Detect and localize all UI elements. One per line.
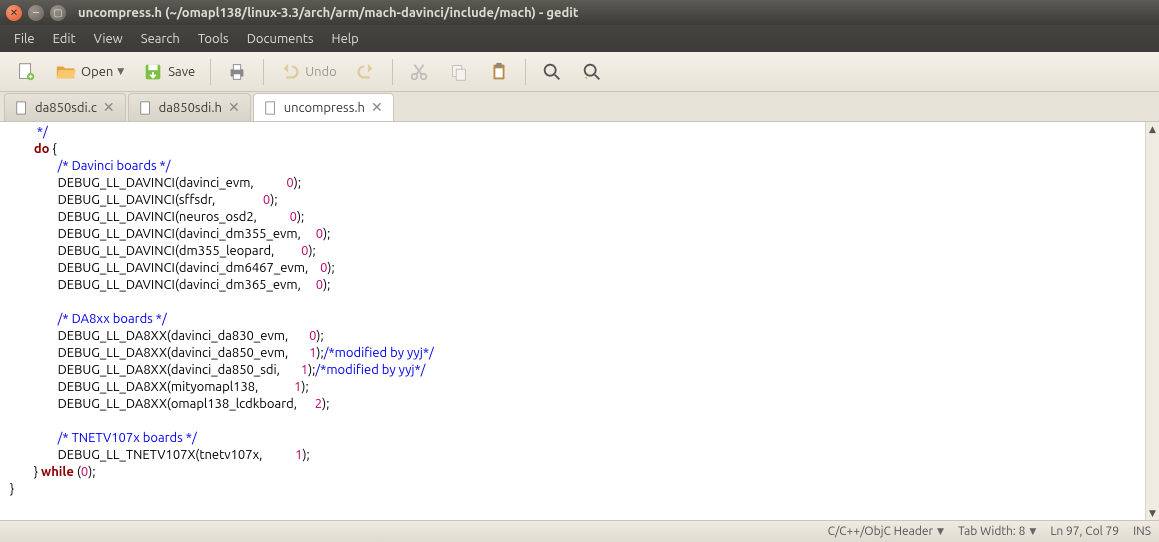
insert-mode: INS xyxy=(1133,525,1151,538)
redo-button[interactable] xyxy=(348,56,384,88)
menu-documents[interactable]: Documents xyxy=(239,29,322,49)
editor-area: */ do { /* Davinci boards */ DEBUG_LL_DA… xyxy=(0,122,1159,520)
tab-da850sdi-c[interactable]: da850sdi.c ✕ xyxy=(4,93,126,121)
new-file-button[interactable] xyxy=(8,56,44,88)
toolbar-separator xyxy=(210,59,211,85)
tab-close-icon[interactable]: ✕ xyxy=(228,99,240,116)
menu-file[interactable]: File xyxy=(6,29,43,49)
file-icon xyxy=(15,101,29,115)
statusbar: C/C++/ObjC Header▼ Tab Width: 8▼ Ln 97, … xyxy=(0,520,1159,542)
toolbar-separator xyxy=(525,59,526,85)
print-icon xyxy=(226,61,248,83)
toolbar: Open ▼ Save Undo xyxy=(0,52,1159,92)
tab-da850sdi-h[interactable]: da850sdi.h ✕ xyxy=(128,93,251,121)
tab-label: uncompress.h xyxy=(284,101,365,115)
save-button[interactable]: Save xyxy=(135,56,202,88)
open-label: Open xyxy=(81,65,113,79)
menu-help[interactable]: Help xyxy=(324,29,367,49)
file-icon xyxy=(264,101,278,115)
find-replace-icon xyxy=(581,61,603,83)
folder-open-icon xyxy=(55,61,77,83)
menu-view[interactable]: View xyxy=(86,29,131,49)
copy-button[interactable] xyxy=(441,56,477,88)
language-selector[interactable]: C/C++/ObjC Header▼ xyxy=(828,525,944,538)
toolbar-separator xyxy=(263,59,264,85)
save-icon xyxy=(142,61,164,83)
menu-tools[interactable]: Tools xyxy=(190,29,237,49)
scroll-up-icon[interactable]: ▲ xyxy=(1146,122,1159,136)
undo-button[interactable]: Undo xyxy=(272,56,344,88)
find-replace-button[interactable] xyxy=(574,56,610,88)
open-button[interactable]: Open ▼ xyxy=(48,56,131,88)
menubar: File Edit View Search Tools Documents He… xyxy=(0,25,1159,52)
paste-icon xyxy=(488,61,510,83)
file-icon xyxy=(139,101,153,115)
redo-icon xyxy=(355,61,377,83)
tabbar: da850sdi.c ✕ da850sdi.h ✕ uncompress.h ✕ xyxy=(0,92,1159,122)
print-button[interactable] xyxy=(219,56,255,88)
toolbar-separator xyxy=(392,59,393,85)
tab-label: da850sdi.c xyxy=(35,101,97,115)
cut-icon xyxy=(408,61,430,83)
window-maximize-button[interactable]: ▢ xyxy=(50,5,66,21)
code-editor[interactable]: */ do { /* Davinci boards */ DEBUG_LL_DA… xyxy=(0,122,1145,520)
vertical-scrollbar[interactable]: ▲ ▼ xyxy=(1145,122,1159,520)
cut-button[interactable] xyxy=(401,56,437,88)
scroll-down-icon[interactable]: ▼ xyxy=(1146,506,1159,520)
new-file-icon xyxy=(15,61,37,83)
tab-close-icon[interactable]: ✕ xyxy=(103,99,115,116)
window-title: uncompress.h (~/omapl138/linux-3.3/arch/… xyxy=(78,6,578,20)
find-button[interactable] xyxy=(534,56,570,88)
search-icon xyxy=(541,61,563,83)
window-minimize-button[interactable]: ─ xyxy=(28,5,44,21)
tab-width-selector[interactable]: Tab Width: 8▼ xyxy=(958,525,1036,538)
menu-edit[interactable]: Edit xyxy=(45,29,84,49)
tab-close-icon[interactable]: ✕ xyxy=(371,99,383,116)
paste-button[interactable] xyxy=(481,56,517,88)
tab-label: da850sdi.h xyxy=(159,101,222,115)
window-close-button[interactable]: ✕ xyxy=(6,5,22,21)
cursor-position: Ln 97, Col 79 xyxy=(1050,525,1119,538)
dropdown-icon: ▼ xyxy=(117,66,124,77)
undo-icon xyxy=(279,61,301,83)
copy-icon xyxy=(448,61,470,83)
save-label: Save xyxy=(168,65,195,79)
menu-search[interactable]: Search xyxy=(133,29,188,49)
undo-label: Undo xyxy=(305,65,337,79)
titlebar: ✕ ─ ▢ uncompress.h (~/omapl138/linux-3.3… xyxy=(0,0,1159,25)
tab-uncompress-h[interactable]: uncompress.h ✕ xyxy=(253,93,394,121)
